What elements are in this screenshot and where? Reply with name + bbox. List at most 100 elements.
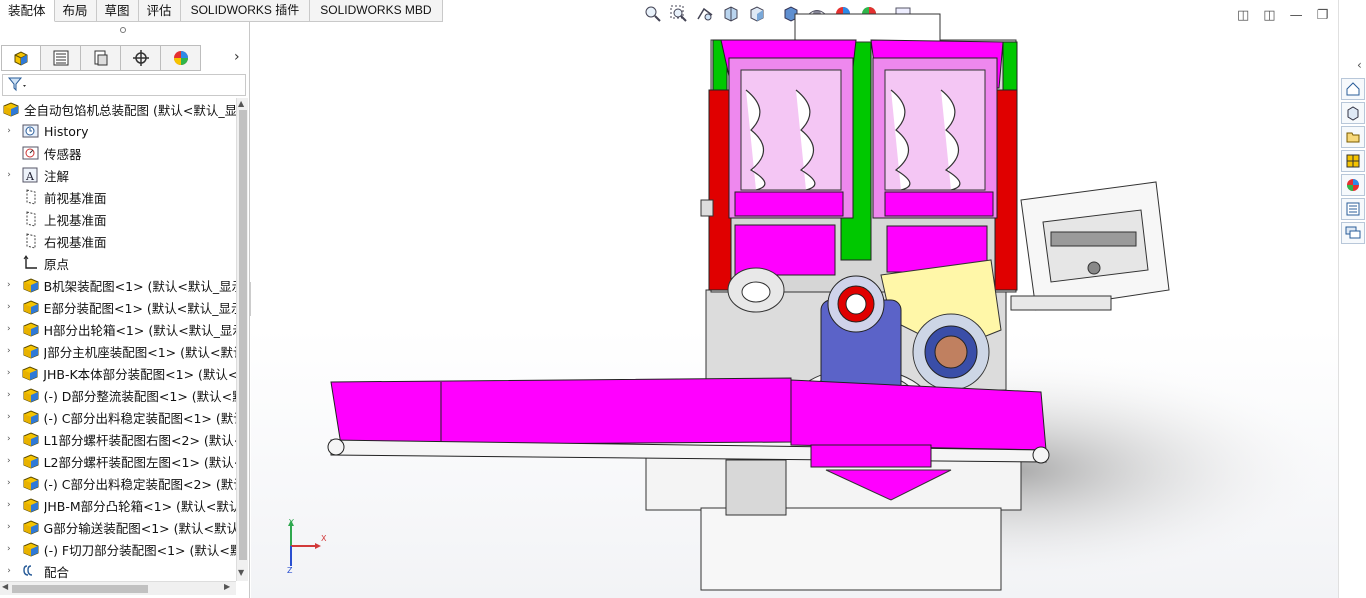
tree-item-label: (-) C部分出料稳定装配图<1> (默认: [43, 410, 236, 426]
tree-item[interactable]: 上视基准面: [0, 208, 236, 230]
expand-arrow-icon[interactable]: ›: [4, 434, 14, 444]
tree-item[interactable]: › A 注解: [0, 164, 236, 186]
tree-item[interactable]: › B机架装配图<1> (默认<默认_显示: [0, 274, 236, 296]
expand-arrow-icon[interactable]: ›: [4, 346, 14, 356]
subassembly-icon: [22, 408, 40, 426]
annotation-icon: A: [22, 166, 40, 184]
tree-item-label: 上视基准面: [44, 212, 107, 228]
chevron-right-icon[interactable]: ›: [234, 49, 240, 65]
expand-arrow-icon[interactable]: ›: [4, 390, 14, 400]
expand-arrow-icon[interactable]: ›: [4, 302, 14, 312]
tree-item[interactable]: › JHB-K本体部分装配图<1> (默认<默: [0, 362, 236, 384]
tree-filter[interactable]: [2, 74, 246, 96]
tree-item[interactable]: › L2部分螺杆装配图左图<1> (默认<: [0, 450, 236, 472]
design-library-icon[interactable]: [1341, 102, 1365, 124]
tree-item[interactable]: › JHB-M部分凸轮箱<1> (默认<默认: [0, 494, 236, 516]
tree-root[interactable]: 全自动包馅机总装配图 (默认<默认_显示: [0, 98, 236, 120]
tree-item[interactable]: 右视基准面: [0, 230, 236, 252]
tree-item[interactable]: › (-) C部分出料稳定装配图<2> (默认: [0, 472, 236, 494]
plane-icon: [22, 232, 40, 250]
tree-item[interactable]: › (-) D部分整流装配图<1> (默认<默: [0, 384, 236, 406]
tree-item-label: L1部分螺杆装配图右图<2> (默认<: [43, 432, 236, 448]
propertymanager-icon[interactable]: [41, 45, 81, 71]
tree-horizontal-scrollbar[interactable]: ◀ ▶: [0, 581, 236, 595]
expand-arrow-icon[interactable]: ›: [4, 126, 14, 136]
plane-icon: [22, 210, 40, 228]
expand-arrow-icon[interactable]: ›: [4, 544, 14, 554]
subassembly-icon: [22, 474, 40, 492]
panel-collapse-handle[interactable]: [120, 27, 126, 33]
filter-icon[interactable]: [7, 76, 29, 95]
tab-evaluate[interactable]: 评估: [138, 0, 181, 22]
task-pane: ‹: [1338, 0, 1366, 598]
expand-arrow-icon[interactable]: ›: [4, 324, 14, 334]
scroll-thumb[interactable]: [239, 110, 247, 560]
expand-arrow-icon[interactable]: ›: [4, 566, 14, 576]
tree-item-label: 右视基准面: [44, 234, 107, 250]
origin-icon: [22, 254, 40, 272]
featuremanager-icon[interactable]: [1, 45, 41, 71]
tree-item-label: JHB-M部分凸轮箱<1> (默认<默认: [43, 498, 236, 514]
tree-item[interactable]: 前视基准面: [0, 186, 236, 208]
tree-item[interactable]: › History: [0, 120, 236, 142]
expand-arrow-icon[interactable]: ›: [4, 170, 14, 180]
dimxpert-icon[interactable]: [121, 45, 161, 71]
scroll-up-icon[interactable]: ▲: [238, 99, 244, 108]
tree-item[interactable]: › H部分出轮箱<1> (默认<默认_显示: [0, 318, 236, 340]
scroll-right-icon[interactable]: ▶: [224, 582, 230, 591]
tree-item[interactable]: › E部分装配图<1> (默认<默认_显示: [0, 296, 236, 318]
svg-text:A: A: [25, 170, 35, 183]
tree-item[interactable]: › J部分主机座装配图<1> (默认<默认: [0, 340, 236, 362]
tab-assembly[interactable]: 装配体: [0, 0, 55, 22]
sensor-icon: [22, 144, 40, 162]
triad-z-label: Z: [287, 566, 293, 575]
history-icon: [22, 122, 40, 140]
tree-item[interactable]: › (-) C部分出料稳定装配图<1> (默认: [0, 406, 236, 428]
tree-item-label: J部分主机座装配图<1> (默认<默认: [43, 344, 236, 360]
assembly-model[interactable]: [251, 0, 1338, 598]
tree-item-label: 前视基准面: [44, 190, 107, 206]
triad-y-label: Y: [289, 518, 294, 527]
tree-item-label: (-) D部分整流装配图<1> (默认<默: [43, 388, 236, 404]
appearances-icon[interactable]: [1341, 174, 1365, 196]
expand-arrow-icon[interactable]: ›: [4, 368, 13, 378]
home-icon[interactable]: [1341, 78, 1365, 100]
tree-vertical-scrollbar[interactable]: ▲ ▼: [236, 98, 248, 581]
expand-arrow-icon[interactable]: ›: [4, 500, 14, 510]
graphics-area[interactable]: ◫ ◫ — ❐ ✕: [251, 0, 1338, 598]
expand-arrow-icon[interactable]: ›: [4, 412, 14, 422]
tab-sketch[interactable]: 草图: [96, 0, 139, 22]
tree-item[interactable]: 传感器: [0, 142, 236, 164]
tree-item[interactable]: › (-) F切刀部分装配图<1> (默认<默: [0, 538, 236, 560]
subassembly-icon: [22, 298, 40, 316]
subassembly-icon: [21, 364, 39, 382]
reference-triad: [288, 520, 321, 566]
file-explorer-icon[interactable]: [1341, 126, 1365, 148]
tab-solidworks-mbd[interactable]: SOLIDWORKS MBD: [310, 0, 443, 22]
tree-item-label: H部分出轮箱<1> (默认<默认_显示: [43, 322, 236, 338]
view-palette-icon[interactable]: [1341, 150, 1365, 172]
expand-arrow-icon[interactable]: ›: [4, 522, 14, 532]
tree-item[interactable]: 原点: [0, 252, 236, 274]
tree-item-label: L2部分螺杆装配图左图<1> (默认<: [43, 454, 236, 470]
expand-arrow-icon[interactable]: ›: [4, 456, 14, 466]
tree-item[interactable]: › L1部分螺杆装配图右图<2> (默认<: [0, 428, 236, 450]
forum-icon[interactable]: [1341, 222, 1365, 244]
tree-item-label: (-) F切刀部分装配图<1> (默认<默: [43, 542, 236, 558]
tree-item[interactable]: › G部分输送装配图<1> (默认<默认_: [0, 516, 236, 538]
subassembly-icon: [22, 452, 40, 470]
scroll-down-icon[interactable]: ▼: [238, 568, 244, 577]
assembly-icon: [2, 100, 20, 118]
expand-arrow-icon[interactable]: ›: [4, 280, 14, 290]
custom-properties-icon[interactable]: [1341, 198, 1365, 220]
scroll-left-icon[interactable]: ◀: [2, 582, 8, 591]
tab-solidworks-addins[interactable]: SOLIDWORKS 插件: [180, 0, 311, 22]
tab-layout[interactable]: 布局: [54, 0, 97, 22]
tree-item[interactable]: › 配合: [0, 560, 236, 581]
expand-arrow-icon[interactable]: ›: [4, 478, 14, 488]
hscroll-thumb[interactable]: [12, 585, 148, 593]
configurationmanager-icon[interactable]: [81, 45, 121, 71]
chevron-left-icon[interactable]: ‹: [1357, 58, 1362, 72]
display-manager-icon[interactable]: [161, 45, 201, 71]
feature-manager-panel: › 全自动包馅机总装配图 (默认<默认_显示 › History 传感器 › A 注解 前视…: [0, 22, 250, 598]
